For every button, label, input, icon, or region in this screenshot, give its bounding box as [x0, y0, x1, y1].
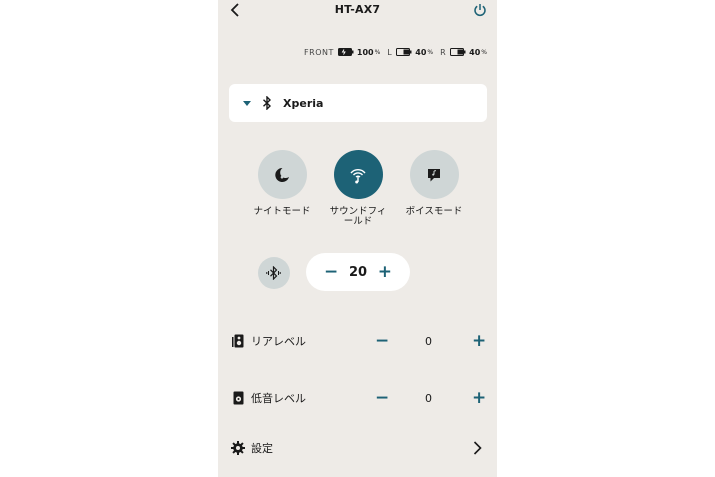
- equalizer-button[interactable]: [258, 257, 290, 289]
- sound-field-label: サウンドフィ ールド: [329, 206, 387, 227]
- bass-level-up-button[interactable]: +: [472, 388, 486, 408]
- device-selector[interactable]: Xperia: [229, 84, 487, 122]
- volume-control: − 20 +: [306, 253, 410, 291]
- bass-level-label: 低音レベル: [251, 392, 306, 405]
- settings-label: 設定: [251, 442, 273, 455]
- volume-up-button[interactable]: +: [378, 263, 392, 281]
- header: HT-AX7: [218, 0, 497, 22]
- sound-mode-group: ナイトモード サウンドフィ ールド ボイスモード: [218, 150, 497, 230]
- battery-left-label: L: [387, 47, 393, 57]
- device-name: Xperia: [283, 96, 324, 110]
- night-mode-icon: [275, 167, 289, 182]
- battery-left-unit: %: [427, 48, 434, 56]
- battery-left-value: 40: [415, 47, 427, 57]
- night-mode-circle: [257, 150, 307, 199]
- rear-level-down-button[interactable]: −: [375, 331, 389, 351]
- volume-down-button[interactable]: −: [324, 263, 338, 281]
- battery-right-unit: %: [481, 48, 487, 56]
- battery-full-icon: [337, 48, 354, 56]
- caret-down-icon: [243, 99, 253, 107]
- sound-field-button[interactable]: サウンドフィ ールド: [318, 150, 398, 227]
- volume-value: 20: [348, 264, 368, 280]
- battery-partial-icon: [396, 48, 412, 56]
- voice-mode-label: ボイスモード: [405, 206, 463, 217]
- page-title: HT-AX7: [334, 3, 381, 16]
- night-mode-button[interactable]: ナイトモード: [242, 150, 322, 217]
- power-icon: [474, 4, 486, 17]
- bluetooth-icon: [262, 96, 274, 110]
- rear-speaker-icon: [231, 333, 245, 349]
- voice-mode-circle: [409, 150, 459, 199]
- gear-icon: [231, 440, 245, 456]
- voice-mode-button[interactable]: ボイスモード: [394, 150, 474, 217]
- battery-front-value: 100: [356, 47, 374, 57]
- bass-level-row: 低音レベル − 0 +: [218, 387, 497, 409]
- settings-row[interactable]: 設定: [218, 437, 497, 459]
- night-mode-label: ナイトモード: [253, 206, 311, 217]
- battery-status: FRONT 100 % L 40 % R 40 %: [304, 46, 487, 58]
- rear-level-label: リアレベル: [251, 335, 306, 348]
- battery-front-label: FRONT: [304, 47, 334, 57]
- voice-mode-icon: [428, 168, 440, 181]
- battery-right-label: R: [440, 47, 447, 57]
- bluetooth-sound-icon: [266, 266, 281, 280]
- sound-field-circle: [333, 150, 383, 199]
- bass-level-down-button[interactable]: −: [375, 388, 389, 408]
- subwoofer-icon: [231, 390, 245, 406]
- rear-level-value: 0: [425, 334, 432, 348]
- chevron-right-icon: [473, 440, 485, 456]
- sound-field-icon: [350, 168, 366, 183]
- battery-right-value: 40: [469, 47, 481, 57]
- bass-level-value: 0: [425, 391, 432, 405]
- battery-front-unit: %: [374, 48, 381, 56]
- rear-level-up-button[interactable]: +: [472, 331, 486, 351]
- battery-partial-icon: [450, 48, 466, 56]
- rear-level-row: リアレベル − 0 +: [218, 330, 497, 352]
- power-button[interactable]: [471, 1, 489, 19]
- app-screen: HT-AX7 FRONT 100 % L 40 % R 40 % Xperia …: [218, 0, 497, 477]
